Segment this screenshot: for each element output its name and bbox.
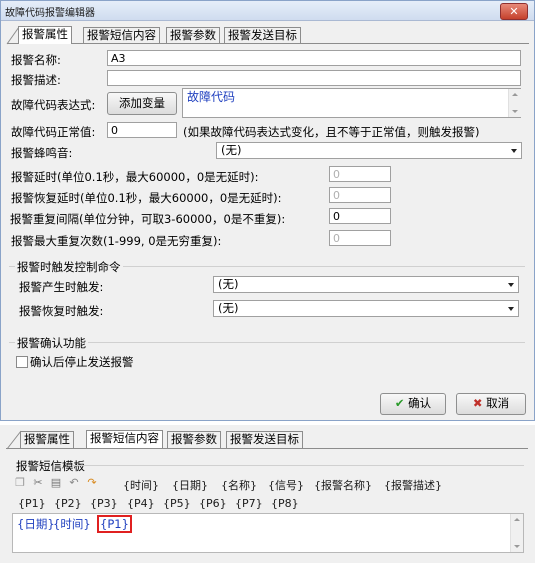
token-date[interactable]: {日期} (172, 477, 208, 493)
normal-value-input[interactable]: 0 (107, 122, 177, 138)
alarm-editor-dialog: 故障代码报警编辑器 ✕ 报警属性 报警短信内容 报警参数 报警发送目标 报警名称… (0, 0, 535, 421)
expr-scrollbar[interactable] (508, 89, 521, 117)
cross-icon: ✖ (472, 396, 483, 410)
alarm-desc-input[interactable] (107, 70, 521, 86)
cancel-button-label: 取消 (486, 396, 510, 410)
alarm-desc-label: 报警描述: (11, 73, 61, 87)
cancel-button[interactable]: ✖ 取消 (456, 393, 526, 415)
title-bar: 故障代码报警编辑器 ✕ (1, 1, 534, 21)
content-token-p1-highlight: {P1} (97, 515, 132, 533)
normal-value-label: 故障代码正常值: (11, 125, 96, 139)
normal-value-hint: (如果故障代码表达式变化，且不等于正常值，则触发报警) (183, 125, 480, 139)
token-alarm-desc[interactable]: {报警描述} (384, 477, 442, 493)
token-p6[interactable]: {P6} (199, 497, 227, 510)
sms-content-panel: 报警属性 报警短信内容 报警参数 报警发送目标 报警短信模板 ❐ ✂ ▤ ↶ ↷… (0, 425, 535, 563)
cut-icon[interactable]: ✂ (32, 477, 44, 489)
ok-button-label: 确认 (408, 396, 432, 410)
tab-alarm-params[interactable]: 报警参数 (167, 431, 221, 448)
tab-send-targets[interactable]: 报警发送目标 (224, 27, 301, 44)
sms-content-textarea[interactable]: {日期} {时间} {P1} (12, 513, 524, 553)
window-title: 故障代码报警编辑器 (5, 8, 95, 19)
alarm-name-label: 报警名称: (11, 53, 61, 67)
checkmark-icon: ✔ (394, 396, 405, 410)
token-p2[interactable]: {P2} (54, 497, 82, 510)
token-signal[interactable]: {信号} (268, 477, 304, 493)
fault-expr-text: 故障代码 (187, 90, 236, 104)
token-p8[interactable]: {P8} (271, 497, 299, 510)
confirm-group-title: 报警确认功能 (15, 335, 88, 351)
tab-divider (7, 43, 529, 44)
token-name[interactable]: {名称} (221, 477, 257, 493)
tab-alarm-properties[interactable]: 报警属性 (18, 26, 72, 44)
chevron-down-icon (508, 307, 514, 311)
token-p7[interactable]: {P7} (235, 497, 263, 510)
trigger-on-value: (无) (218, 277, 239, 291)
tab-divider (6, 448, 528, 449)
chevron-down-icon (508, 283, 514, 287)
tab-sms-content[interactable]: 报警短信内容 (83, 27, 160, 44)
fault-expr-label: 故障代码表达式: (11, 98, 96, 112)
token-alarm-name[interactable]: {报警名称} (314, 477, 372, 493)
scroll-up-icon[interactable] (512, 93, 518, 96)
delay-label: 报警延时(单位0.1秒，最大60000，0是无延时): (11, 170, 259, 184)
paste-icon[interactable]: ▤ (50, 477, 62, 489)
buzzer-value: (无) (221, 143, 242, 157)
chevron-down-icon (511, 149, 517, 153)
scroll-up-icon[interactable] (514, 518, 520, 521)
recover-delay-label: 报警恢复延时(单位0.1秒，最大60000，0是无延时): (11, 191, 282, 205)
buzzer-select[interactable]: (无) (216, 142, 522, 159)
sms-template-group (72, 465, 524, 466)
tab-sms-content[interactable]: 报警短信内容 (86, 430, 163, 448)
ok-button[interactable]: ✔ 确认 (380, 393, 446, 415)
token-p4[interactable]: {P4} (127, 497, 155, 510)
tab-send-targets[interactable]: 报警发送目标 (226, 431, 303, 448)
trigger-on-select[interactable]: (无) (213, 276, 519, 293)
sms-template-title: 报警短信模板 (16, 459, 85, 473)
token-p1[interactable]: {P1} (18, 497, 46, 510)
add-variable-button[interactable]: 添加变量 (107, 92, 177, 115)
tab-alarm-properties[interactable]: 报警属性 (20, 431, 74, 448)
repeat-interval-input[interactable]: 0 (329, 208, 391, 224)
stop-after-confirm-label: 确认后停止发送报警 (30, 355, 134, 369)
buzzer-label: 报警蜂鸣音: (11, 146, 73, 160)
token-p3[interactable]: {P3} (90, 497, 118, 510)
trigger-off-label: 报警恢复时触发: (19, 304, 104, 318)
undo-icon[interactable]: ↶ (68, 477, 80, 489)
sms-toolbar: ❐ ✂ ▤ ↶ ↷ (14, 477, 124, 491)
trigger-on-label: 报警产生时触发: (19, 280, 104, 294)
token-time[interactable]: {时间} (123, 477, 159, 493)
redo-icon[interactable]: ↷ (86, 477, 98, 489)
copy-icon[interactable]: ❐ (14, 477, 26, 489)
token-p5[interactable]: {P5} (163, 497, 191, 510)
tab-alarm-params[interactable]: 报警参数 (166, 27, 220, 44)
max-repeat-label: 报警最大重复次数(1-999, 0是无穷重复): (11, 234, 222, 248)
fault-expr-input[interactable]: 故障代码 (182, 88, 521, 118)
sms-content-scrollbar[interactable] (510, 514, 523, 552)
content-token-time: {时间} (53, 517, 91, 531)
trigger-off-value: (无) (218, 301, 239, 315)
alarm-name-input[interactable]: A3 (107, 50, 521, 66)
repeat-interval-label: 报警重复间隔(单位分钟，可取3-60000，0是不重复): (10, 212, 286, 226)
trigger-off-select[interactable]: (无) (213, 300, 519, 317)
stop-after-confirm-checkbox[interactable] (16, 356, 28, 368)
max-repeat-input[interactable]: 0 (329, 230, 391, 246)
content-token-date: {日期} (17, 517, 55, 531)
scroll-down-icon[interactable] (512, 110, 518, 113)
recover-delay-input[interactable]: 0 (329, 187, 391, 203)
trigger-group-title: 报警时触发控制命令 (15, 259, 123, 275)
close-button[interactable]: ✕ (500, 3, 528, 20)
delay-input[interactable]: 0 (329, 166, 391, 182)
scroll-down-icon[interactable] (514, 545, 520, 548)
